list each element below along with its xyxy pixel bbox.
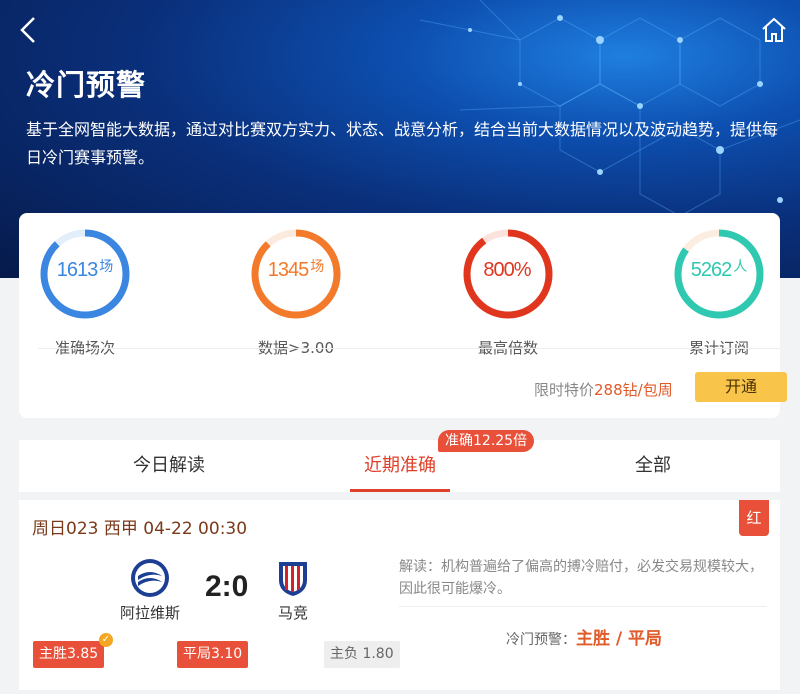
stat-subscribers: 5262 人 累计订阅 xyxy=(649,227,789,357)
away-team-name: 马竞 xyxy=(277,604,308,622)
stat-unit: 场 xyxy=(99,258,114,274)
result-tag: 红 xyxy=(739,500,769,536)
match-score: 2:0 xyxy=(205,570,249,603)
away-team-logo-icon xyxy=(279,562,307,596)
odds-draw[interactable]: 平局3.10 xyxy=(177,641,249,668)
stat-max-multiple: 800% 最高倍数 xyxy=(438,227,578,357)
stat-value: 800% xyxy=(483,259,531,281)
accuracy-badge: 准确12.25倍 xyxy=(438,430,535,452)
home-team-name: 阿拉维斯 xyxy=(119,604,180,622)
promo-price: 288钻/包周 xyxy=(594,381,673,399)
stat-value: 1345 xyxy=(267,259,309,281)
warning-value: 主胜 / 平局 xyxy=(576,629,663,649)
tab-bar: 今日解读 近期准确 全部 xyxy=(19,440,780,492)
warning-label: 冷门预警： xyxy=(506,632,576,648)
tab-underline xyxy=(350,489,450,492)
divider xyxy=(399,606,767,607)
stat-value: 1613 xyxy=(56,259,98,281)
stats-card: 1613 场 准确场次 1345 场 数据>3.00 800% 最高倍数 5262 人… xyxy=(19,213,787,418)
stat-value: 5262 xyxy=(690,259,732,281)
open-button[interactable]: 开通 xyxy=(695,372,787,402)
promo-prefix: 限时特价 xyxy=(534,381,595,399)
stat-unit: 场 xyxy=(310,258,325,274)
odds-home-win[interactable]: 主胜3.85 xyxy=(33,641,105,668)
divider xyxy=(38,348,780,349)
match-card[interactable]: 周日023 西甲 04-22 00:30 红 阿拉维斯 2:0 马竞 主胜3.8… xyxy=(19,500,780,690)
analysis-text: 解读：机构普遍给了偏高的搏冷赔付，必发交易规模较大，因此很可能爆冷。 xyxy=(399,559,763,597)
match-header: 周日023 西甲 04-22 00:30 xyxy=(32,519,248,539)
promo-text: 限时特价288钻/包周 xyxy=(534,379,673,400)
away-team: 马竞 xyxy=(248,558,338,623)
odds-away-win[interactable]: 主负 1.80 xyxy=(324,641,400,668)
tab-all[interactable]: 全部 xyxy=(593,440,713,492)
page-title: 冷门预警 xyxy=(26,68,147,102)
tab-today[interactable]: 今日解读 xyxy=(109,440,229,492)
back-button[interactable] xyxy=(16,14,40,46)
home-team: 阿拉维斯 xyxy=(105,558,195,623)
stat-unit: 人 xyxy=(733,258,748,274)
stat-accurate-matches: 1613 场 准确场次 xyxy=(15,227,155,357)
home-icon[interactable] xyxy=(760,16,788,44)
check-badge-icon: ✓ xyxy=(99,633,113,647)
page-description: 基于全网智能大数据，通过对比赛双方实力、状态、战意分析，结合当前大数据情况以及波… xyxy=(26,120,779,167)
home-team-logo-icon xyxy=(131,559,169,597)
upset-warning: 冷门预警：主胜 / 平局 xyxy=(506,624,662,649)
stat-data-over-3: 1345 场 数据>3.00 xyxy=(226,227,366,357)
